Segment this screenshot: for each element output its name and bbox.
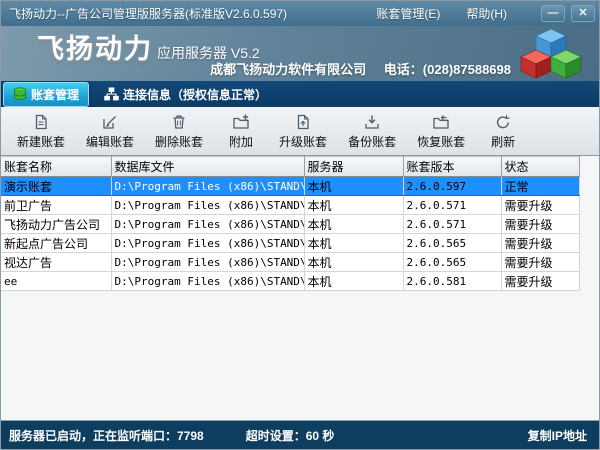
cell-database-file: D:\Program Files (x86)\STAND\Serve: [111, 215, 304, 234]
table-row[interactable]: 前卫广告 D:\Program Files (x86)\STAND\Serve …: [1, 196, 579, 215]
backup-account-button[interactable]: 备份账套: [342, 111, 402, 152]
cell-server: 本机: [304, 253, 403, 272]
cell-server: 本机: [304, 177, 403, 196]
toolbar-button-label: 恢复账套: [417, 133, 465, 150]
cell-status: 需要升级: [501, 196, 579, 215]
toolbar-button-label: 删除账套: [155, 133, 203, 150]
cell-account-name: ee: [1, 272, 111, 291]
cell-account-name: 前卫广告: [1, 196, 111, 215]
database-icon: [13, 87, 27, 101]
tab-label: 账套管理: [31, 86, 79, 103]
table-row[interactable]: ee D:\Program Files (x86)\STAND\Serve 本机…: [1, 272, 579, 291]
cell-database-file: D:\Program Files (x86)\STAND\Serve: [111, 272, 304, 291]
cell-version: 2.6.0.597: [403, 177, 501, 196]
cell-account-name: 视达广告: [1, 253, 111, 272]
tab-account-management[interactable]: 账套管理: [3, 82, 89, 107]
delete-account-button[interactable]: 删除账套: [149, 111, 209, 152]
cell-status: 需要升级: [501, 234, 579, 253]
status-bar: 服务器已启动，正在监听端口：7798 超时设置：60 秒 复制IP地址: [1, 420, 599, 449]
table-row[interactable]: 新起点广告公司 D:\Program Files (x86)\STAND\Ser…: [1, 234, 579, 253]
toolbar-button-label: 附加: [229, 133, 253, 150]
header-banner: 飞扬动力 应用服务器 V5.2 成都飞扬动力软件有限公司 电话：(028)875…: [1, 26, 599, 81]
cell-database-file: D:\Program Files (x86)\STAND\Serve: [111, 196, 304, 215]
toolbar-button-label: 新建账套: [17, 133, 65, 150]
table-header-row: 账套名称 数据库文件 服务器 账套版本 状态: [1, 157, 579, 177]
copy-ip-link[interactable]: 复制IP地址: [528, 427, 587, 444]
tab-connection-info[interactable]: 连接信息（授权信息正常）: [95, 83, 276, 106]
column-header-version[interactable]: 账套版本: [403, 157, 501, 177]
cell-version: 2.6.0.581: [403, 272, 501, 291]
column-header-database-file[interactable]: 数据库文件: [111, 157, 304, 177]
edit-icon: [101, 113, 119, 131]
cell-server: 本机: [304, 272, 403, 291]
cell-status: 需要升级: [501, 272, 579, 291]
company-name: 成都飞扬动力软件有限公司: [210, 62, 366, 77]
new-account-button[interactable]: 新建账套: [11, 111, 71, 152]
column-header-account-name[interactable]: 账套名称: [1, 157, 111, 177]
attach-button[interactable]: 附加: [218, 111, 264, 152]
cell-server: 本机: [304, 215, 403, 234]
server-status-text: 服务器已启动，正在监听端口：7798: [9, 427, 204, 444]
edit-account-button[interactable]: 编辑账套: [80, 111, 140, 152]
tab-label: 连接信息（授权信息正常）: [123, 86, 267, 103]
product-name: 飞扬动力: [37, 27, 153, 66]
new-document-icon: [32, 113, 50, 131]
cell-version: 2.6.0.565: [403, 234, 501, 253]
backup-download-icon: [363, 113, 381, 131]
toolbar-button-label: 编辑账套: [86, 133, 134, 150]
phone-number: 电话：(028)87588698: [384, 62, 511, 77]
refresh-button[interactable]: 刷新: [480, 111, 526, 152]
cell-version: 2.6.0.571: [403, 215, 501, 234]
cell-server: 本机: [304, 196, 403, 215]
upgrade-account-button[interactable]: 升级账套: [273, 111, 333, 152]
toolbar-button-label: 刷新: [491, 133, 515, 150]
app-window: 飞扬动力--广告公司管理版服务器(标准版V2.6.0.597) 账套管理(E) …: [0, 0, 600, 450]
cell-server: 本机: [304, 234, 403, 253]
menu-bar: 账套管理(E) 帮助(H): [376, 5, 507, 22]
tab-bar: 账套管理 连接信息（授权信息正常）: [1, 81, 599, 107]
cell-status: 需要升级: [501, 215, 579, 234]
cell-database-file: D:\Program Files (x86)\STAND\Serve: [111, 177, 304, 196]
toolbar-button-label: 升级账套: [279, 133, 327, 150]
close-button[interactable]: ✕: [571, 5, 595, 22]
timeout-setting-text: 超时设置：60 秒: [246, 427, 335, 444]
column-header-status[interactable]: 状态: [501, 157, 579, 177]
restore-account-button[interactable]: 恢复账套: [411, 111, 471, 152]
cell-account-name: 飞扬动力广告公司: [1, 215, 111, 234]
window-title: 飞扬动力--广告公司管理版服务器(标准版V2.6.0.597): [9, 5, 287, 22]
cell-version: 2.6.0.565: [403, 253, 501, 272]
cell-database-file: D:\Program Files (x86)\STAND\Serve: [111, 234, 304, 253]
folder-plus-icon: [232, 113, 250, 131]
network-icon: [104, 87, 119, 101]
table-row[interactable]: 视达广告 D:\Program Files (x86)\STAND\Serve …: [1, 253, 579, 272]
cell-version: 2.6.0.571: [403, 196, 501, 215]
account-table: 账套名称 数据库文件 服务器 账套版本 状态 演示账套 D:\Program F…: [1, 156, 580, 291]
cubes-logo-icon: [519, 26, 583, 86]
account-list-area: 账套名称 数据库文件 服务器 账套版本 状态 演示账套 D:\Program F…: [1, 156, 599, 420]
cell-status: 正常: [501, 177, 579, 196]
trash-icon: [170, 113, 188, 131]
menu-help[interactable]: 帮助(H): [466, 5, 507, 22]
cell-database-file: D:\Program Files (x86)\STAND\Serve: [111, 253, 304, 272]
menu-account-management[interactable]: 账套管理(E): [376, 5, 440, 22]
column-header-server[interactable]: 服务器: [304, 157, 403, 177]
title-bar: 飞扬动力--广告公司管理版服务器(标准版V2.6.0.597) 账套管理(E) …: [1, 1, 599, 26]
toolbar: 新建账套 编辑账套 删除账套: [1, 107, 599, 156]
company-line: 成都飞扬动力软件有限公司 电话：(028)87588698: [210, 59, 511, 78]
cell-status: 需要升级: [501, 253, 579, 272]
cell-account-name: 演示账套: [1, 177, 111, 196]
cell-account-name: 新起点广告公司: [1, 234, 111, 253]
refresh-icon: [494, 113, 512, 131]
minimize-button[interactable]: —: [541, 5, 565, 22]
table-row-selected[interactable]: 演示账套 D:\Program Files (x86)\STAND\Serve …: [1, 177, 579, 196]
folder-restore-icon: [432, 113, 450, 131]
table-row[interactable]: 飞扬动力广告公司 D:\Program Files (x86)\STAND\Se…: [1, 215, 579, 234]
toolbar-button-label: 备份账套: [348, 133, 396, 150]
document-upgrade-icon: [294, 113, 312, 131]
